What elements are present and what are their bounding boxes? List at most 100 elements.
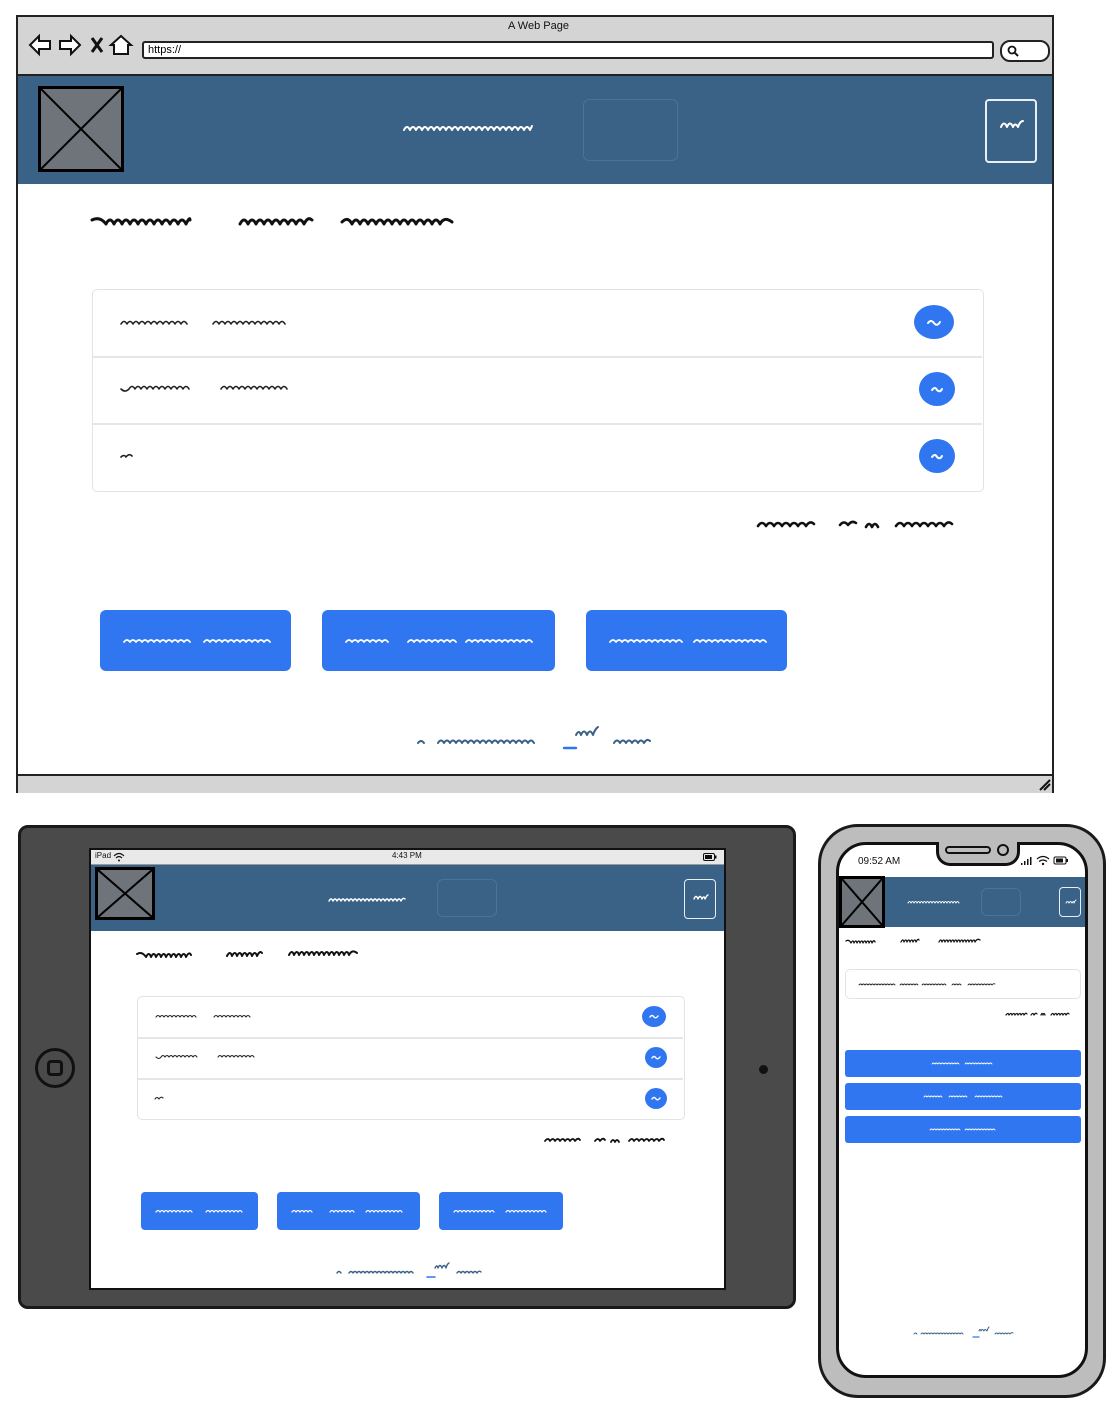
window-title: A Web Page [508,20,569,32]
url-bar[interactable]: https:// [142,41,994,59]
footer-scribble [336,1262,482,1278]
signal-icon [1021,857,1032,865]
footer-scribble [417,726,651,750]
list-item-action-button[interactable] [645,1047,667,1068]
browser-nav-icons [28,33,134,57]
list-item-text [120,385,288,392]
action-button-2[interactable] [845,1083,1081,1110]
header-ghost-button[interactable] [437,879,497,917]
list-item[interactable] [138,997,683,1037]
header-ghost-button[interactable] [583,99,678,161]
close-icon[interactable] [90,37,104,53]
action-icon [651,1096,661,1101]
action-button-1[interactable] [100,610,291,671]
action-button-3[interactable] [439,1192,563,1230]
resize-grip-icon[interactable] [1038,778,1052,792]
list-item[interactable] [138,1079,683,1119]
list-caption-scribble [544,1137,665,1143]
action-icon [927,320,941,326]
button-label [155,1209,243,1213]
phone-site-header [839,876,1085,928]
desktop-browser-window: A Web Page https:// [16,15,1054,793]
item-list [92,289,984,492]
phone-time: 09:52 AM [858,856,901,867]
list-caption-scribble [756,520,954,529]
image-placeholder-icon [40,88,122,170]
list-item[interactable] [846,970,1080,998]
menu-button[interactable] [684,879,716,919]
home-icon[interactable] [108,34,134,55]
button-label [123,639,271,643]
action-button-1[interactable] [845,1050,1081,1077]
home-button-icon[interactable] [35,1048,75,1088]
list-item-text [155,1054,255,1060]
image-placeholder-icon [97,869,153,918]
phone-notch [936,842,1020,866]
list-item[interactable] [138,1038,683,1078]
image-placeholder-icon [841,878,883,926]
menu-button[interactable] [985,99,1037,163]
list-item-action-button[interactable] [914,305,954,339]
list-item[interactable] [93,357,982,423]
list-item-action-button[interactable] [919,372,955,406]
footer-scribble [913,1326,1014,1338]
action-button-1[interactable] [141,1192,258,1230]
wifi-icon [1036,855,1050,866]
battery-icon [1053,856,1068,865]
phone-status-icons [1021,855,1068,866]
phone-speaker [945,846,991,854]
list-caption-scribble [1005,1012,1070,1016]
browser-toolbar: A Web Page https:// [18,17,1052,76]
button-label [453,1209,547,1213]
page-heading-scribble [136,950,358,958]
action-button-3[interactable] [845,1116,1081,1143]
action-icon [931,454,943,460]
list-item[interactable] [93,424,982,490]
list-item-text [155,1014,251,1018]
tablet-screen: iPad 4:43 PM [89,848,726,1290]
site-title-scribble [328,897,406,902]
phone-screen: 09:52 AM [836,842,1088,1378]
button-label [931,1062,993,1065]
item-list [137,996,685,1120]
search-box[interactable] [1000,40,1050,62]
page-heading-scribble [90,217,454,226]
list-item-text [120,453,133,458]
action-icon [651,1055,661,1060]
logo-image-placeholder [839,876,885,928]
list-item-action-button[interactable] [645,1088,667,1109]
url-text: https:// [148,44,182,56]
action-button-2[interactable] [322,610,555,671]
battery-icon [703,853,717,861]
forward-arrow-icon[interactable] [59,33,82,57]
list-item-action-button[interactable] [919,439,955,473]
list-item[interactable] [93,290,982,356]
list-item-text [154,1096,164,1100]
tablet-time: 4:43 PM [392,851,422,860]
action-icon [649,1014,659,1019]
button-label [291,1209,403,1213]
site-header [18,76,1052,184]
button-label [609,639,767,643]
menu-icon [1000,120,1024,128]
action-button-3[interactable] [586,610,787,671]
back-arrow-icon[interactable] [28,33,51,57]
tablet-site-header [91,865,724,931]
action-icon [931,387,943,393]
menu-icon [693,894,709,900]
menu-icon [1065,899,1077,904]
tablet-status-bar: iPad 4:43 PM [91,850,724,865]
logo-image-placeholder [95,867,155,920]
list-item-text [858,983,996,986]
button-label [345,639,533,643]
action-button-2[interactable] [277,1192,420,1230]
site-title-scribble [403,125,533,131]
list-item-text [120,320,286,325]
search-icon [1007,45,1019,57]
logo-image-placeholder [38,86,124,172]
menu-button[interactable] [1059,887,1081,917]
header-ghost-button[interactable] [981,888,1021,916]
list-item-action-button[interactable] [642,1006,666,1027]
button-label [923,1095,1003,1098]
button-label [929,1128,996,1131]
